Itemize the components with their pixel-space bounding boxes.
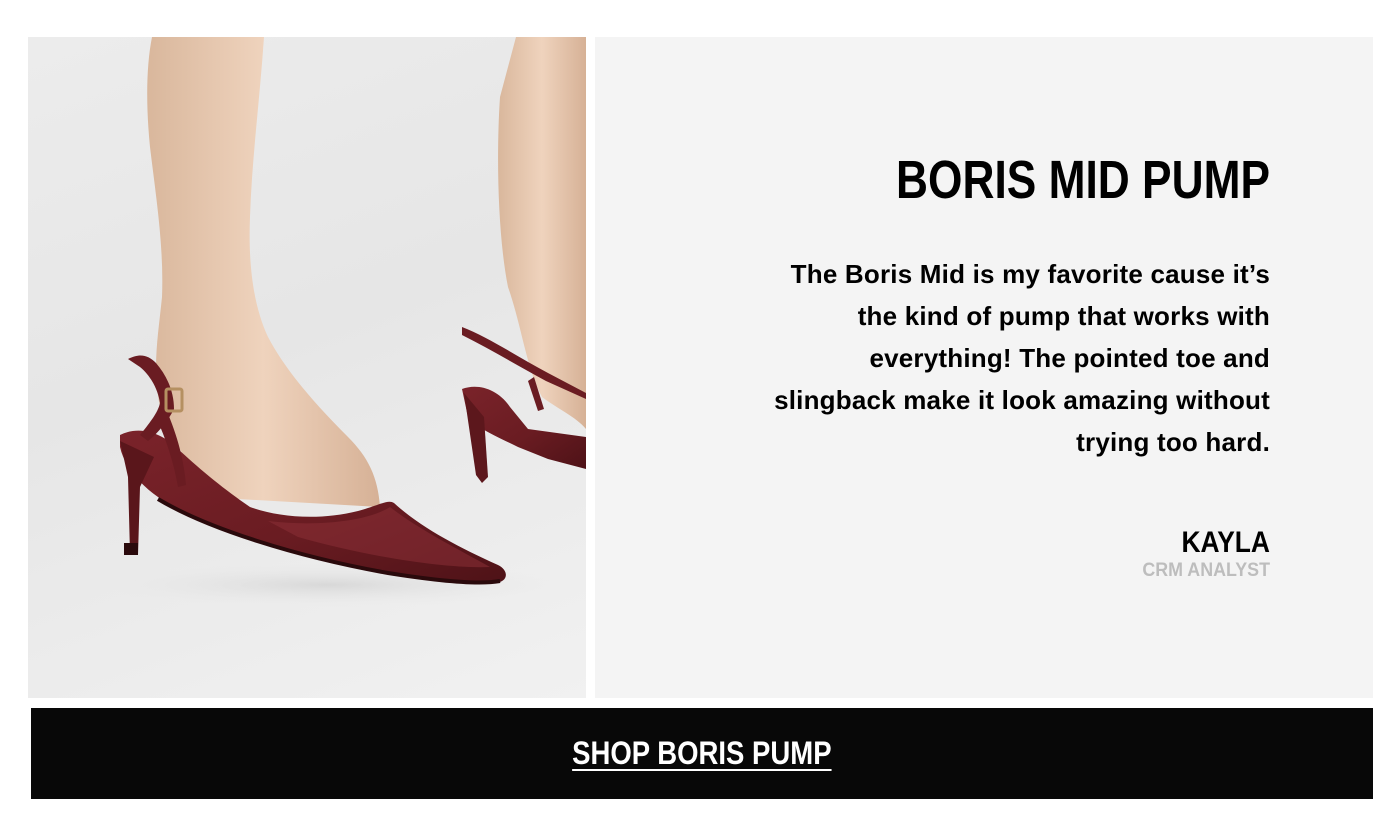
- product-photo[interactable]: [28, 37, 586, 698]
- shop-cta-bar[interactable]: SHOP BORIS PUMP: [31, 708, 1373, 799]
- product-testimonial-banner: BORIS MID PUMP The Boris Mid is my favor…: [0, 0, 1400, 834]
- testimonial-content: BORIS MID PUMP The Boris Mid is my favor…: [710, 149, 1270, 582]
- author-role: CRM ANALYST: [1142, 560, 1270, 581]
- testimonial-quote: The Boris Mid is my favorite cause it’s …: [774, 259, 1270, 457]
- author-name: KAYLA: [1181, 526, 1270, 559]
- shop-boris-pump-link[interactable]: SHOP BORIS PUMP: [572, 735, 831, 772]
- front-heel: [120, 441, 154, 555]
- shoe-illustration: [88, 37, 586, 607]
- product-title: BORIS MID PUMP: [896, 150, 1270, 210]
- front-leg: [147, 37, 380, 507]
- testimonial-panel: BORIS MID PUMP The Boris Mid is my favor…: [595, 37, 1373, 698]
- heel-tip: [124, 543, 138, 555]
